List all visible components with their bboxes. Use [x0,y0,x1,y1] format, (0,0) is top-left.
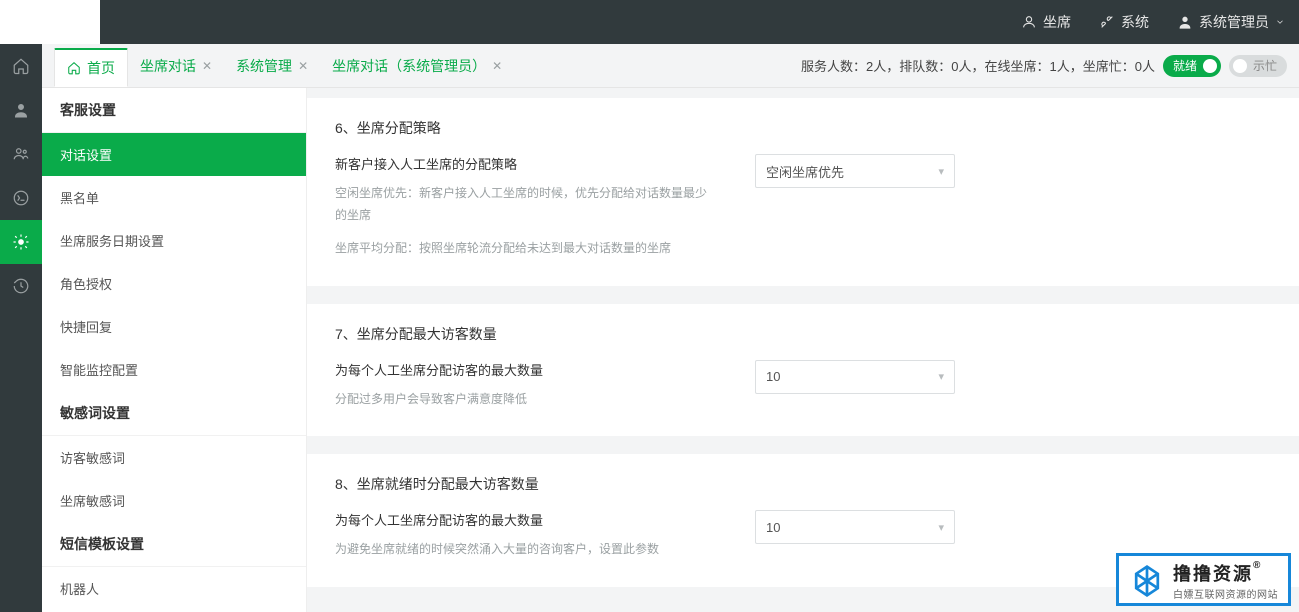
menu-item-robot[interactable]: 机器人 [42,567,306,610]
menu-group-sensitive: 敏感词设置 [42,391,306,436]
tools-icon [1099,14,1115,30]
select-max-visitors[interactable]: 10 ▾ [755,360,955,394]
tab-label: 坐席对话 [140,56,196,76]
select-value: 空闲坐席优先 [766,162,844,181]
chevron-down-icon: ▾ [938,165,944,178]
chevron-down-icon: ▾ [938,370,944,383]
field-label: 为每个人工坐席分配访客的最大数量 [335,360,715,379]
rail-user[interactable] [0,88,42,132]
field-help: 空闲坐席优先：新客户接入人工坐席的时候，优先分配给对话数量最少的坐席 [335,183,715,226]
nav-system[interactable]: 系统 [1085,0,1163,44]
chevron-down-icon: ▾ [938,521,944,534]
gear-icon [12,233,30,251]
headset-icon [1021,14,1037,30]
user-solid-icon [12,101,30,119]
watermark-title: 撸撸资源 [1173,564,1253,584]
select-ready-max-visitors[interactable]: 10 ▾ [755,510,955,544]
menu-group-service: 客服设置 [42,88,306,133]
menu-item-role[interactable]: 角色授权 [42,262,306,305]
menu-item-seat-sensitive[interactable]: 坐席敏感词 [42,479,306,522]
menu-item-monitor[interactable]: 智能监控配置 [42,348,306,391]
rail-contacts[interactable] [0,132,42,176]
user-icon [1177,14,1193,30]
watermark-sup: ® [1253,560,1262,571]
home-icon [12,57,30,75]
field-help: 坐席平均分配：按照坐席轮流分配给未达到最大对话数量的坐席 [335,238,715,260]
field-help: 分配过多用户会导致客户满意度降低 [335,389,715,411]
toggle-knob [1203,59,1217,73]
watermark: 撸撸资源® 白嫖互联网资源的网站 [1116,553,1291,606]
watermark-subtitle: 白嫖互联网资源的网站 [1173,586,1278,601]
nav-seat-label: 坐席 [1043,12,1071,32]
topbar: 坐席 系统 系统管理员 [0,0,1299,44]
rail-history[interactable] [0,264,42,308]
select-value: 10 [766,520,780,535]
tab-system-mgmt[interactable]: 系统管理 ✕ [224,44,320,87]
select-value: 10 [766,369,780,384]
watermark-icon [1129,563,1165,599]
side-menu: 客服设置 对话设置 黑名单 坐席服务日期设置 角色授权 快捷回复 智能监控配置 … [42,88,307,612]
rail-knowledge[interactable] [0,176,42,220]
tab-home[interactable]: 首页 [54,48,128,87]
nav-admin-label: 系统管理员 [1199,12,1269,32]
menu-item-schedule[interactable]: 坐席服务日期设置 [42,219,306,262]
close-icon[interactable]: ✕ [298,59,308,73]
close-icon[interactable]: ✕ [492,59,502,73]
tab-seat-chat[interactable]: 坐席对话 ✕ [128,44,224,87]
logo [0,0,100,44]
menu-group-sms: 短信模板设置 [42,522,306,567]
icon-rail [0,44,42,612]
nav-system-label: 系统 [1121,12,1149,32]
tabbar: 首页 坐席对话 ✕ 系统管理 ✕ 坐席对话（系统管理员） ✕ 服务人数：2人，排… [42,44,1299,88]
settings-panel: 6、坐席分配策略 新客户接入人工坐席的分配策略 空闲坐席优先：新客户接入人工坐席… [307,88,1299,612]
nav-admin[interactable]: 系统管理员 [1163,0,1299,44]
home-icon [67,61,81,75]
menu-item-chat-settings[interactable]: 对话设置 [42,133,306,176]
section-title: 6、坐席分配策略 [335,118,1271,138]
pill-label: 示忙 [1253,57,1277,74]
status-text: 服务人数：2人，排队数：0人，在线坐席：1人，坐席忙：0人 [801,56,1155,75]
section-6: 6、坐席分配策略 新客户接入人工坐席的分配策略 空闲坐席优先：新客户接入人工坐席… [307,98,1299,286]
select-strategy[interactable]: 空闲坐席优先 ▾ [755,154,955,188]
field-label: 为每个人工坐席分配访客的最大数量 [335,510,715,529]
field-label: 新客户接入人工坐席的分配策略 [335,154,715,173]
section-title: 7、坐席分配最大访客数量 [335,324,1271,344]
status-strip: 服务人数：2人，排队数：0人，在线坐席：1人，坐席忙：0人 就绪 示忙 [801,44,1299,87]
tab-home-label: 首页 [87,58,115,78]
status-toggle-busy[interactable]: 示忙 [1229,55,1287,77]
nav-seat[interactable]: 坐席 [1007,0,1085,44]
chevron-down-icon [1275,17,1285,27]
menu-item-visitor-sensitive[interactable]: 访客敏感词 [42,436,306,479]
rail-settings[interactable] [0,220,42,264]
status-toggle-ready[interactable]: 就绪 [1163,55,1221,77]
toggle-knob [1233,59,1247,73]
history-icon [12,277,30,295]
menu-item-blacklist[interactable]: 黑名单 [42,176,306,219]
tab-seat-chat-admin[interactable]: 坐席对话（系统管理员） ✕ [320,44,514,87]
close-icon[interactable]: ✕ [202,59,212,73]
rail-home[interactable] [0,44,42,88]
contacts-icon [12,145,30,163]
pill-label: 就绪 [1173,57,1197,74]
field-help: 为避免坐席就绪的时候突然涌入大量的咨询客户，设置此参数 [335,539,715,561]
menu-item-quickreply[interactable]: 快捷回复 [42,305,306,348]
knowledge-icon [12,189,30,207]
section-7: 7、坐席分配最大访客数量 为每个人工坐席分配访客的最大数量 分配过多用户会导致客… [307,304,1299,437]
tab-label: 系统管理 [236,56,292,76]
tab-label: 坐席对话（系统管理员） [332,56,486,76]
section-title: 8、坐席就绪时分配最大访客数量 [335,474,1271,494]
